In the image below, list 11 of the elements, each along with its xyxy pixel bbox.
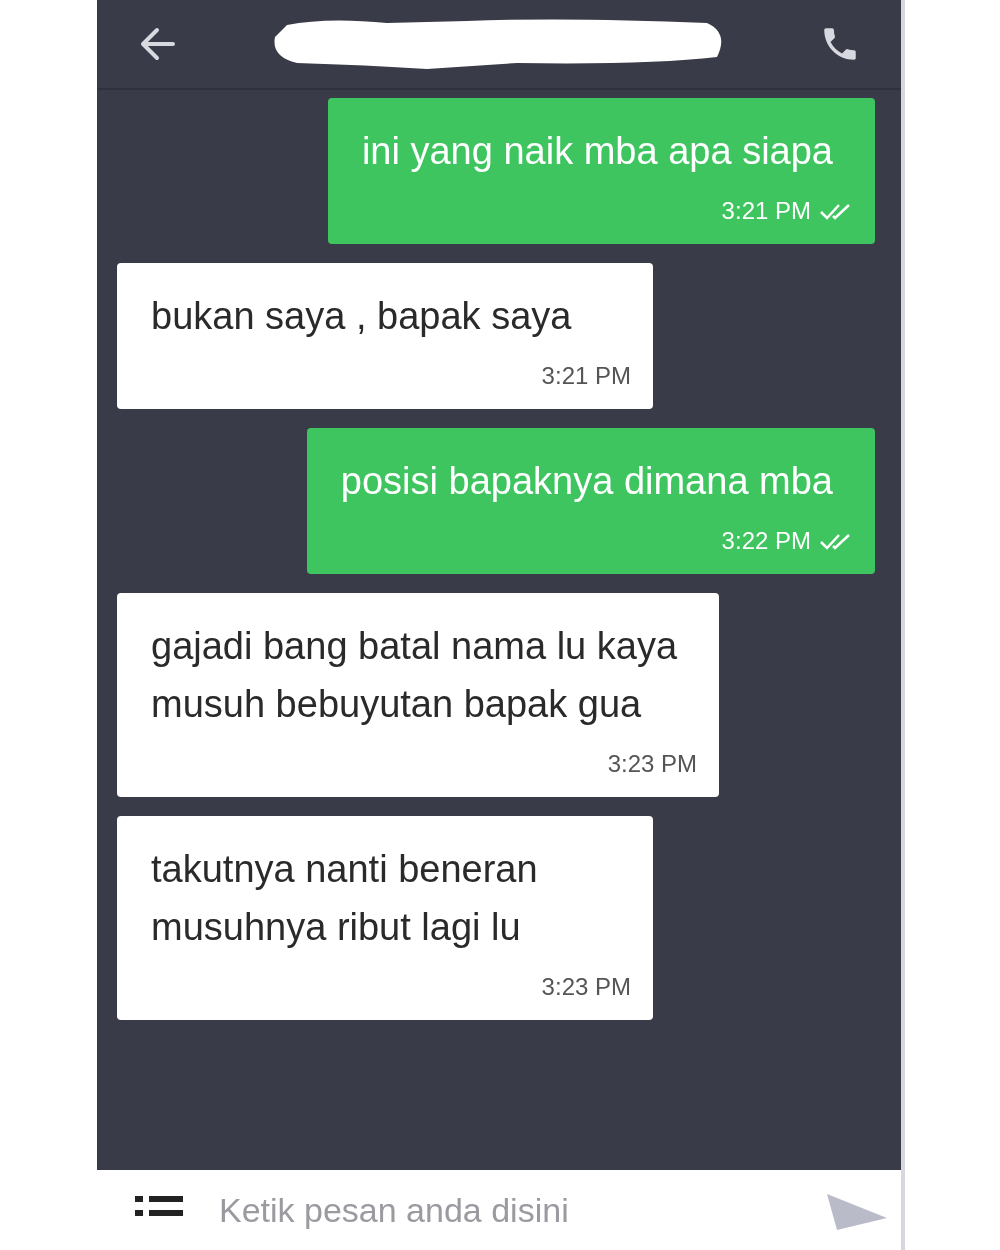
message-time: 3:21 PM: [721, 196, 811, 226]
message-text: posisi bapaknya dimana mba: [340, 459, 834, 504]
message-text: ini yang naik mba apa siapa: [361, 129, 834, 174]
message-time: 3:22 PM: [721, 526, 811, 556]
message-time: 3:21 PM: [541, 361, 631, 391]
message-text: gajadi bang batal nama lu kaya musuh bebuyutan bapak gua: [151, 624, 679, 727]
message-text: bukan saya , bapak saya: [151, 294, 573, 339]
message-input-field[interactable]: Ketik pesan anda disini: [219, 1190, 791, 1230]
message-time: 3:23 PM: [541, 972, 631, 1002]
message-time: 3:23 PM: [607, 749, 698, 779]
message-text: takutnya nanti beneran musuhnya ribut lagi lu: [151, 847, 539, 950]
